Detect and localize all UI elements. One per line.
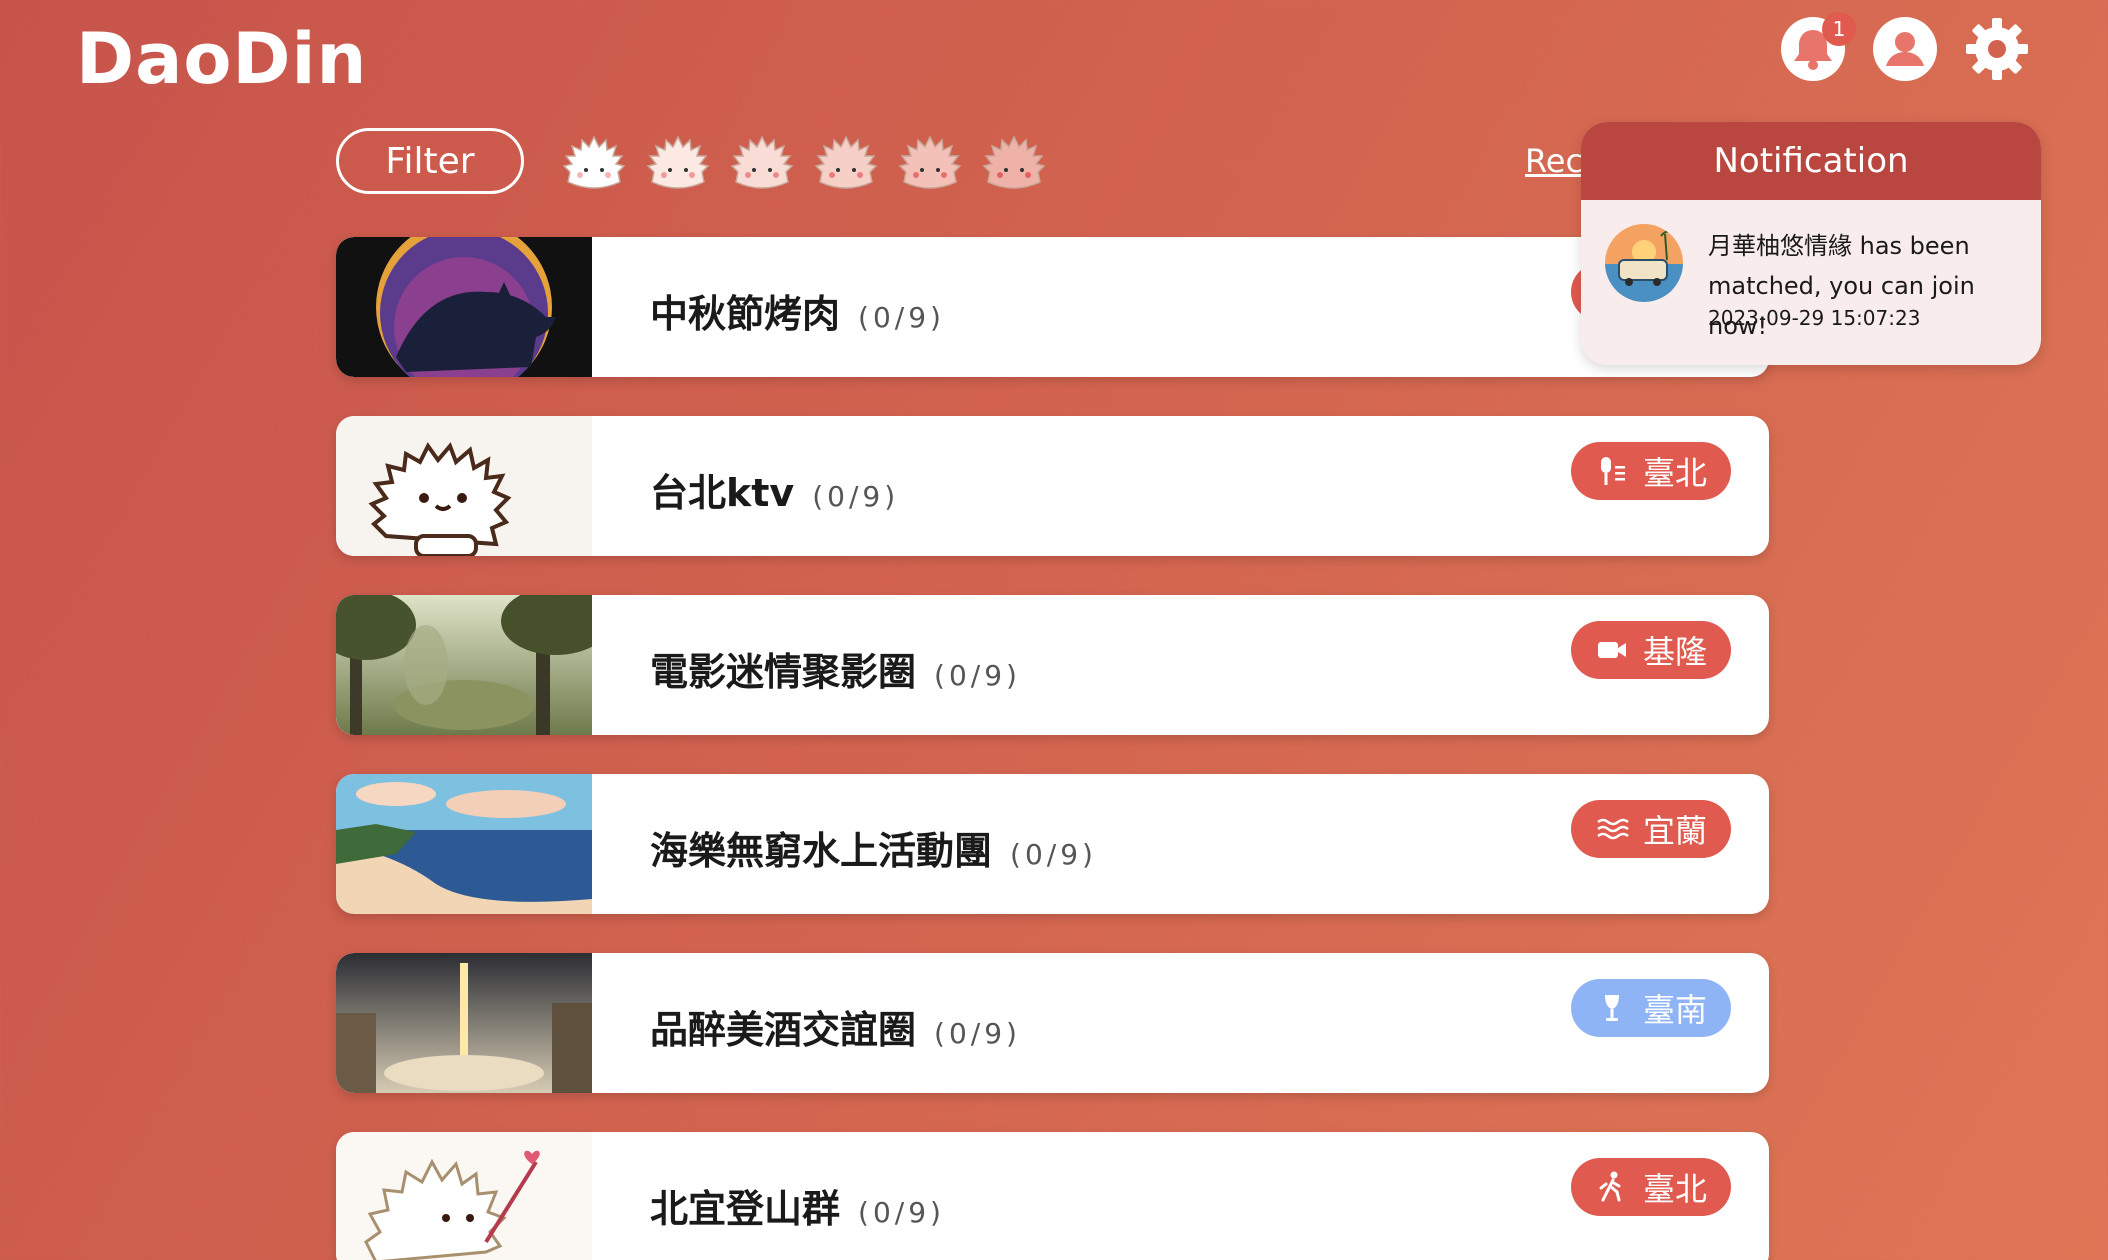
event-card[interactable]: 海樂無窮水上活動團 (0/9) 宜蘭 (336, 774, 1769, 914)
event-title: 電影迷情聚影圈 (0/9) (650, 650, 1021, 694)
notification-panel: Notification 月華柚悠情緣 has been matched, yo… (1581, 122, 2041, 365)
hedgehog-level-selector (560, 132, 1048, 194)
waves-icon (1597, 818, 1629, 840)
notification-avatar (1605, 224, 1683, 302)
event-card[interactable]: 品醉美酒交誼圈 (0/9) 臺南 (336, 953, 1769, 1093)
event-thumbnail (336, 774, 592, 914)
event-list: 中秋節烤肉 (0/9) 台北ktv (0/9) 臺北 電影迷情聚影圈 (0/9)… (336, 237, 1769, 1260)
hedgehog-icon[interactable] (644, 132, 712, 194)
event-card[interactable]: 台北ktv (0/9) 臺北 (336, 416, 1769, 556)
hedgehog-icon[interactable] (560, 132, 628, 194)
user-icon (1873, 17, 1937, 81)
notification-time: 2023-09-29 15:07:23 (1708, 306, 1921, 330)
microphone-icon (1600, 457, 1625, 485)
hedgehog-icon[interactable] (896, 132, 964, 194)
event-card[interactable]: 北宜登山群 (0/9) 臺北 (336, 1132, 1769, 1260)
app-logo[interactable]: DaoDin (76, 18, 367, 100)
notification-item[interactable]: 月華柚悠情緣 has been matched, you can join no… (1581, 200, 2041, 365)
event-thumbnail (336, 595, 592, 735)
event-thumbnail (336, 237, 592, 377)
event-card[interactable]: 中秋節烤肉 (0/9) (336, 237, 1769, 377)
notification-bell-button[interactable]: 1 (1780, 12, 1856, 82)
wine-glass-icon (1604, 995, 1619, 1021)
event-count: (0/9) (934, 1017, 1021, 1050)
event-title: 中秋節烤肉 (0/9) (650, 292, 945, 336)
event-count: (0/9) (1010, 838, 1097, 871)
event-count: (0/9) (858, 301, 945, 334)
event-card[interactable]: 電影迷情聚影圈 (0/9) 基隆 (336, 595, 1769, 735)
notification-panel-title: Notification (1581, 122, 2041, 200)
event-count: (0/9) (858, 1196, 945, 1229)
settings-button[interactable] (1964, 16, 2030, 82)
event-count: (0/9) (812, 480, 900, 513)
event-count: (0/9) (934, 659, 1021, 692)
event-location-tag[interactable]: 臺北 (1571, 1158, 1731, 1216)
header-actions: 1 (1780, 12, 2030, 82)
filter-button[interactable]: Filter (336, 128, 524, 194)
event-title: 台北ktv (0/9) (650, 471, 900, 515)
gear-icon (1966, 18, 2028, 80)
hedgehog-icon[interactable] (980, 132, 1048, 194)
event-thumbnail (336, 953, 592, 1093)
hedgehog-icon[interactable] (812, 132, 880, 194)
notification-count-badge: 1 (1822, 12, 1856, 46)
event-title: 北宜登山群 (0/9) (650, 1187, 945, 1231)
event-location-tag[interactable]: 臺南 (1571, 979, 1731, 1037)
event-location-tag[interactable]: 臺北 (1571, 442, 1731, 500)
event-title: 品醉美酒交誼圈 (0/9) (650, 1008, 1021, 1052)
event-title: 海樂無窮水上活動團 (0/9) (650, 829, 1097, 873)
recommend-link[interactable]: Rec (1525, 142, 1583, 180)
profile-button[interactable] (1872, 16, 1938, 82)
event-location-tag[interactable]: 宜蘭 (1571, 800, 1731, 858)
hedgehog-icon[interactable] (728, 132, 796, 194)
event-location-tag[interactable]: 基隆 (1571, 621, 1731, 679)
event-thumbnail (336, 1132, 592, 1260)
hiking-icon (1599, 1171, 1621, 1202)
event-thumbnail (336, 416, 592, 556)
video-camera-icon (1597, 642, 1626, 658)
